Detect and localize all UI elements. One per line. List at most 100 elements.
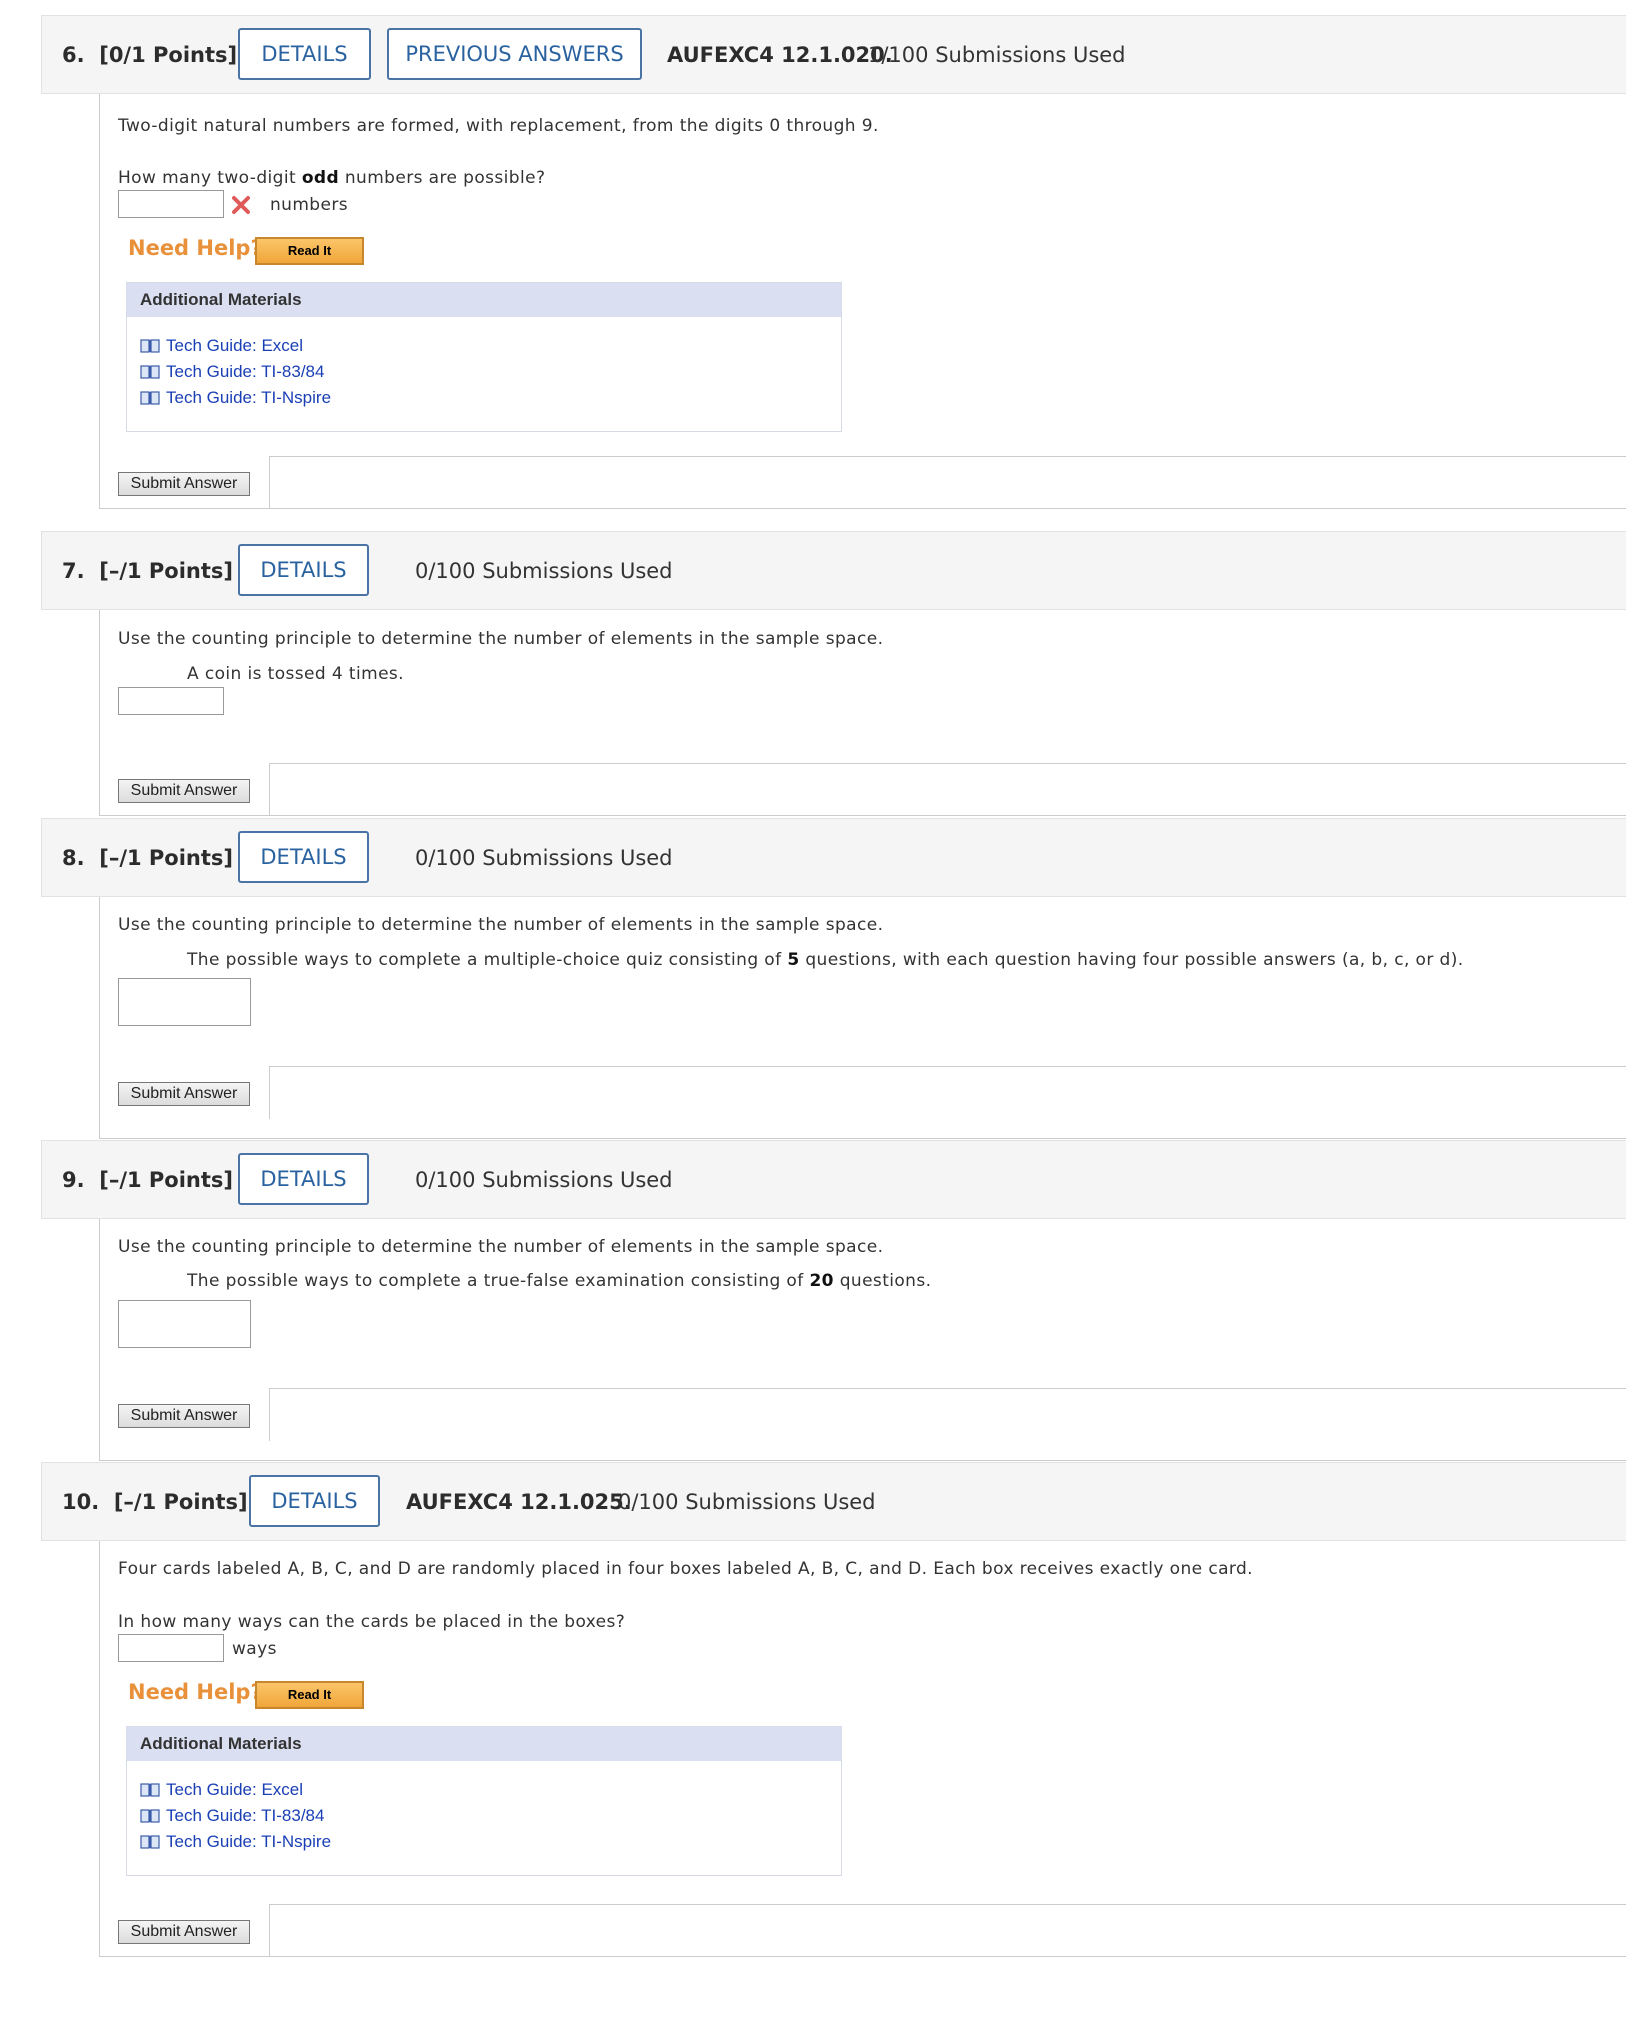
question-body: Two-digit natural numbers are formed, wi… <box>99 94 1626 509</box>
submit-area: Submit Answer <box>100 1066 1626 1119</box>
book-icon <box>140 1783 160 1797</box>
material-link-excel[interactable]: Tech Guide: Excel <box>140 335 303 357</box>
book-icon <box>140 1835 160 1849</box>
material-link-excel[interactable]: Tech Guide: Excel <box>140 1779 303 1801</box>
question-points: [–/1 Points] <box>99 559 234 583</box>
question-number-points: 7. [–/1 Points] <box>62 559 233 583</box>
question-number-points: 9. [–/1 Points] <box>62 1168 233 1192</box>
additional-materials-title: Additional Materials <box>127 1727 841 1761</box>
divider <box>270 763 1626 764</box>
question-body: Use the counting principle to determine … <box>99 610 1626 816</box>
material-link-ti-83-84[interactable]: Tech Guide: TI-83/84 <box>140 361 324 383</box>
submit-answer-button[interactable]: Submit Answer <box>118 1082 250 1106</box>
submit-area: Submit Answer <box>100 1904 1626 1957</box>
submit-area: Submit Answer <box>100 456 1626 509</box>
question-prompt: In how many ways can the cards be placed… <box>118 1612 626 1632</box>
question-text: Use the counting principle to determine … <box>118 1237 884 1257</box>
question-header: 8. [–/1 Points] DETAILS 0/100 Submission… <box>41 818 1626 897</box>
question-header: 6. [0/1 Points] DETAILS PREVIOUS ANSWERS… <box>41 15 1626 94</box>
prompt-text-end: numbers are possible? <box>339 168 546 188</box>
answer-input[interactable] <box>118 190 224 218</box>
prompt-emphasis: 5 <box>787 950 800 970</box>
submit-answer-button[interactable]: Submit Answer <box>118 1920 250 1944</box>
details-button[interactable]: DETAILS <box>238 544 369 596</box>
previous-answers-button[interactable]: PREVIOUS ANSWERS <box>387 28 642 80</box>
submissions-used: 1/100 Submissions Used <box>868 43 1126 67</box>
details-button[interactable]: DETAILS <box>238 1153 369 1205</box>
question-body: Use the counting principle to determine … <box>99 897 1626 1139</box>
answer-input[interactable] <box>118 1634 224 1662</box>
question-points: [–/1 Points] <box>113 1490 248 1514</box>
question-code: AUFEXC4 12.1.020. <box>667 43 893 67</box>
question-number: 8. <box>62 846 85 870</box>
question-number: 9. <box>62 1168 85 1192</box>
question-body: Use the counting principle to determine … <box>99 1219 1626 1461</box>
prompt-text: The possible ways to complete a multiple… <box>187 950 788 970</box>
book-icon <box>140 391 160 405</box>
question-points: [–/1 Points] <box>99 1168 234 1192</box>
answer-input[interactable] <box>118 687 224 715</box>
prompt-text-end: questions. <box>833 1271 932 1291</box>
material-label[interactable]: Tech Guide: TI-83/84 <box>166 1806 324 1826</box>
prompt-emphasis: odd <box>301 168 340 188</box>
read-it-button[interactable]: Read It <box>255 237 364 265</box>
question-header: 7. [–/1 Points] DETAILS 0/100 Submission… <box>41 531 1626 610</box>
submissions-used: 0/100 Submissions Used <box>415 1168 673 1192</box>
material-link-ti-nspire[interactable]: Tech Guide: TI-Nspire <box>140 1831 331 1853</box>
submissions-used: 0/100 Submissions Used <box>415 559 673 583</box>
additional-materials-panel: Additional Materials Tech Guide: Excel T… <box>126 282 842 432</box>
material-label[interactable]: Tech Guide: Excel <box>166 336 303 356</box>
prompt-emphasis: 20 <box>809 1271 834 1291</box>
need-help-label: Need Help? <box>128 236 263 260</box>
submissions-used: 0/100 Submissions Used <box>618 1490 876 1514</box>
question-header: 10. [–/1 Points] DETAILS AUFEXC4 12.1.02… <box>41 1462 1626 1541</box>
need-help-label: Need Help? <box>128 1680 263 1704</box>
question-number: 7. <box>62 559 85 583</box>
question-number-points: 8. [–/1 Points] <box>62 846 233 870</box>
material-label[interactable]: Tech Guide: Excel <box>166 1780 303 1800</box>
submissions-used: 0/100 Submissions Used <box>415 846 673 870</box>
material-link-ti-nspire[interactable]: Tech Guide: TI-Nspire <box>140 387 331 409</box>
additional-materials-title: Additional Materials <box>127 283 841 317</box>
question-number: 10. <box>62 1490 100 1514</box>
material-label[interactable]: Tech Guide: TI-Nspire <box>166 1832 331 1852</box>
question-text: Use the counting principle to determine … <box>118 915 884 935</box>
question-text: Four cards labeled A, B, C, and D are ra… <box>118 1559 1253 1579</box>
material-link-ti-83-84[interactable]: Tech Guide: TI-83/84 <box>140 1805 324 1827</box>
submit-answer-button[interactable]: Submit Answer <box>118 472 250 496</box>
answer-input[interactable] <box>118 978 251 1026</box>
details-button[interactable]: DETAILS <box>238 28 371 80</box>
question-number-points: 6. [0/1 Points] <box>62 43 237 67</box>
incorrect-x-icon <box>232 196 250 214</box>
question-points: [–/1 Points] <box>99 846 234 870</box>
submit-answer-button[interactable]: Submit Answer <box>118 1404 250 1428</box>
answer-units: numbers <box>270 195 349 215</box>
prompt-text: The possible ways to complete a true-fal… <box>187 1271 810 1291</box>
divider <box>270 456 1626 457</box>
material-label[interactable]: Tech Guide: TI-Nspire <box>166 388 331 408</box>
question-prompt: The possible ways to complete a multiple… <box>187 950 1464 970</box>
question-code: AUFEXC4 12.1.025. <box>406 1490 632 1514</box>
divider <box>270 1904 1626 1905</box>
prompt-text-end: questions, with each question having fou… <box>799 950 1464 970</box>
question-body: Four cards labeled A, B, C, and D are ra… <box>99 1541 1626 1957</box>
book-icon <box>140 339 160 353</box>
book-icon <box>140 1809 160 1823</box>
question-text: Use the counting principle to determine … <box>118 629 884 649</box>
question-prompt: How many two-digit odd numbers are possi… <box>118 168 545 188</box>
material-label[interactable]: Tech Guide: TI-83/84 <box>166 362 324 382</box>
answer-units: ways <box>232 1639 277 1659</box>
divider <box>270 1388 1626 1389</box>
details-button[interactable]: DETAILS <box>249 1475 380 1527</box>
additional-materials-panel: Additional Materials Tech Guide: Excel T… <box>126 1726 842 1876</box>
read-it-button[interactable]: Read It <box>255 1681 364 1709</box>
submit-area: Submit Answer <box>100 1388 1626 1441</box>
question-text: Two-digit natural numbers are formed, wi… <box>118 116 879 136</box>
details-button[interactable]: DETAILS <box>238 831 369 883</box>
submit-answer-button[interactable]: Submit Answer <box>118 779 250 803</box>
prompt-text: How many two-digit <box>118 168 302 188</box>
question-header: 9. [–/1 Points] DETAILS 0/100 Submission… <box>41 1140 1626 1219</box>
answer-input[interactable] <box>118 1300 251 1348</box>
submit-area: Submit Answer <box>100 763 1626 816</box>
question-number-points: 10. [–/1 Points] <box>62 1490 248 1514</box>
